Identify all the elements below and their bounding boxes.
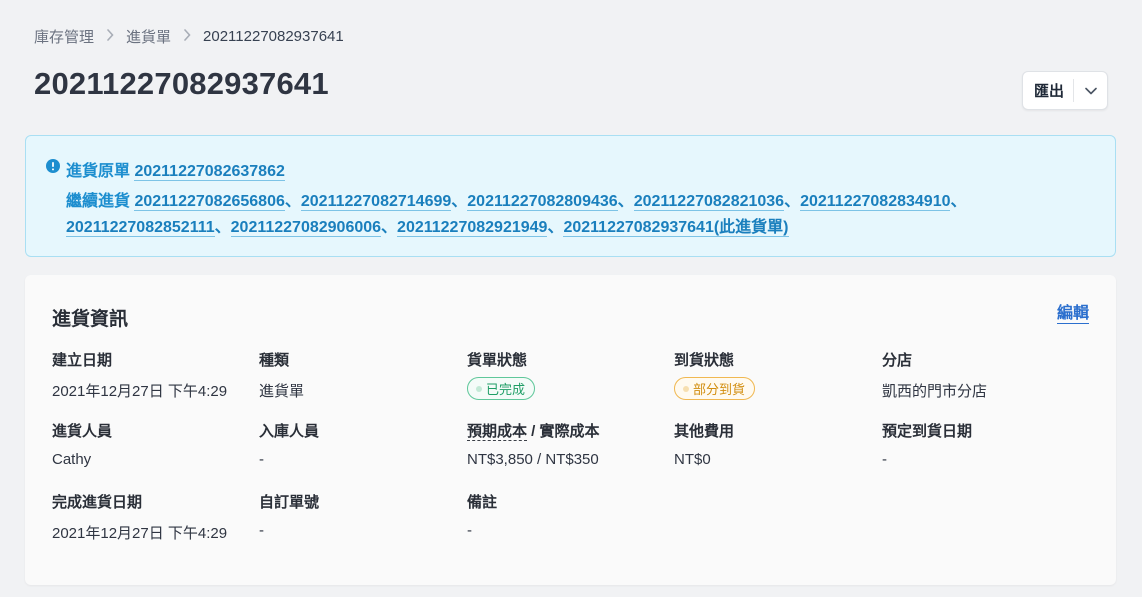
field-value: - — [259, 451, 264, 468]
field-value: 2021年12月27日 下午4:29 — [52, 525, 228, 542]
field-receiver: 入庫人員 - — [259, 420, 319, 468]
status-badge-partial: 部分到貨 — [674, 377, 756, 400]
origin-order-line: 進貨原單 20211227082637862 — [66, 157, 285, 181]
field-created-date: 建立日期 2021年12月27日 下午4:29 — [52, 349, 227, 401]
status-badge-label: 部分到貨 — [693, 382, 746, 397]
field-branch: 分店 凱西的門市分店 — [882, 349, 987, 401]
export-label: 匯出 — [1034, 83, 1065, 100]
continue-orders-line: 繼續進貨 20211227082656806、20211227082714699… — [66, 189, 1096, 241]
field-label: 貨單狀態 — [467, 352, 528, 369]
edit-button[interactable]: 編輯 — [1056, 304, 1089, 324]
status-badge-completed: 已完成 — [467, 377, 536, 400]
field-type: 種類 進貨單 — [259, 349, 304, 401]
purchase-info-card: 進貨資訊 編輯 建立日期 2021年12月27日 下午4:29 種類 進貨單 貨… — [25, 275, 1116, 585]
continue-order-link[interactable]: 20211227082921949 — [397, 219, 548, 237]
list-separator: 、 — [547, 219, 564, 236]
continue-order-link[interactable]: 20211227082906006 — [230, 219, 382, 237]
continue-orders-prefix: 繼續進貨 — [66, 193, 131, 210]
chevron-right-icon — [106, 28, 114, 44]
card-title: 進貨資訊 — [52, 309, 129, 330]
cost-label-separator: / — [527, 423, 540, 440]
field-value: 進貨單 — [259, 383, 305, 400]
field-label: 自訂單號 — [259, 494, 320, 511]
continue-order-link[interactable]: 20211227082656806 — [134, 193, 285, 211]
field-expected-arrival: 預定到貨日期 - — [882, 420, 972, 468]
field-other-fees: 其他費用 NT$0 — [674, 420, 734, 468]
field-custom-no: 自訂單號 - — [259, 491, 319, 539]
field-value: - — [259, 522, 264, 539]
field-value: 2021年12月27日 下午4:29 — [52, 383, 228, 400]
continue-order-link[interactable]: 20211227082714699 — [300, 193, 452, 211]
field-label: 到貨狀態 — [674, 352, 735, 369]
field-label: 進貨人員 — [52, 423, 113, 440]
status-dot — [476, 385, 482, 392]
field-label: 預期成本 / 實際成本 — [467, 420, 600, 441]
field-label: 建立日期 — [52, 352, 113, 369]
expected-cost-tooltip-trigger[interactable]: 預期成本 — [467, 423, 528, 441]
continue-order-link[interactable]: 20211227082852111 — [66, 219, 215, 237]
field-remark: 備註 - — [467, 491, 497, 539]
page-title: 20211227082937641 — [34, 66, 329, 101]
related-orders-alert: 進貨原單 20211227082637862 繼續進貨 202112270826… — [25, 135, 1116, 257]
origin-order-link[interactable]: 20211227082637862 — [134, 163, 285, 181]
list-separator: 、 — [451, 193, 468, 210]
field-value: NT$0 — [674, 451, 711, 468]
list-separator: 、 — [784, 193, 801, 210]
origin-order-prefix: 進貨原單 — [66, 163, 131, 180]
breadcrumb-item-current: 20211227082937641 — [203, 27, 344, 45]
field-label: 備註 — [467, 494, 498, 511]
field-value: 凱西的門市分店 — [882, 383, 988, 400]
list-separator: 、 — [214, 219, 231, 236]
list-separator: 、 — [381, 219, 398, 236]
field-label: 預定到貨日期 — [882, 423, 973, 440]
breadcrumb: 庫存管理 進貨單 20211227082937641 — [34, 25, 344, 47]
status-dot — [683, 385, 689, 392]
list-separator: 、 — [950, 193, 967, 210]
chevron-right-icon — [183, 28, 191, 44]
page: 庫存管理 進貨單 20211227082937641 2021122708293… — [0, 0, 1142, 597]
list-separator: 、 — [617, 193, 634, 210]
status-badge-label: 已完成 — [486, 382, 526, 397]
continue-order-link[interactable]: 20211227082937641(此進貨單) — [563, 219, 789, 237]
field-order-status: 貨單狀態 已完成 — [467, 349, 536, 400]
actual-cost-label: 實際成本 — [539, 423, 600, 440]
list-separator: 、 — [284, 193, 301, 210]
export-dropdown-button[interactable]: 匯出 — [1022, 71, 1108, 110]
field-label: 其他費用 — [674, 423, 735, 440]
field-cost: 預期成本 / 實際成本 NT$3,850 / NT$350 — [467, 420, 600, 468]
field-label: 完成進貨日期 — [52, 494, 143, 511]
field-value: - — [467, 522, 472, 539]
field-value: NT$3,850 / NT$350 — [467, 451, 599, 468]
field-label: 分店 — [882, 352, 913, 369]
continue-order-link[interactable]: 20211227082834910 — [800, 193, 951, 211]
breadcrumb-item-purchase-orders[interactable]: 進貨單 — [126, 26, 171, 47]
field-value: - — [882, 451, 887, 468]
field-arrival-status: 到貨狀態 部分到貨 — [674, 349, 756, 400]
breadcrumb-item-inventory[interactable]: 庫存管理 — [34, 26, 94, 47]
continue-order-link[interactable]: 20211227082809436 — [467, 193, 618, 211]
chevron-down-icon[interactable] — [1074, 87, 1107, 95]
field-label: 種類 — [259, 352, 290, 369]
field-label: 入庫人員 — [259, 423, 320, 440]
info-circle-icon — [46, 159, 60, 178]
continue-order-link[interactable]: 20211227082821036 — [633, 193, 785, 211]
field-completed-date: 完成進貨日期 2021年12月27日 下午4:29 — [52, 491, 227, 543]
field-purchaser: 進貨人員 Cathy — [52, 420, 112, 468]
field-value: Cathy — [52, 451, 92, 468]
